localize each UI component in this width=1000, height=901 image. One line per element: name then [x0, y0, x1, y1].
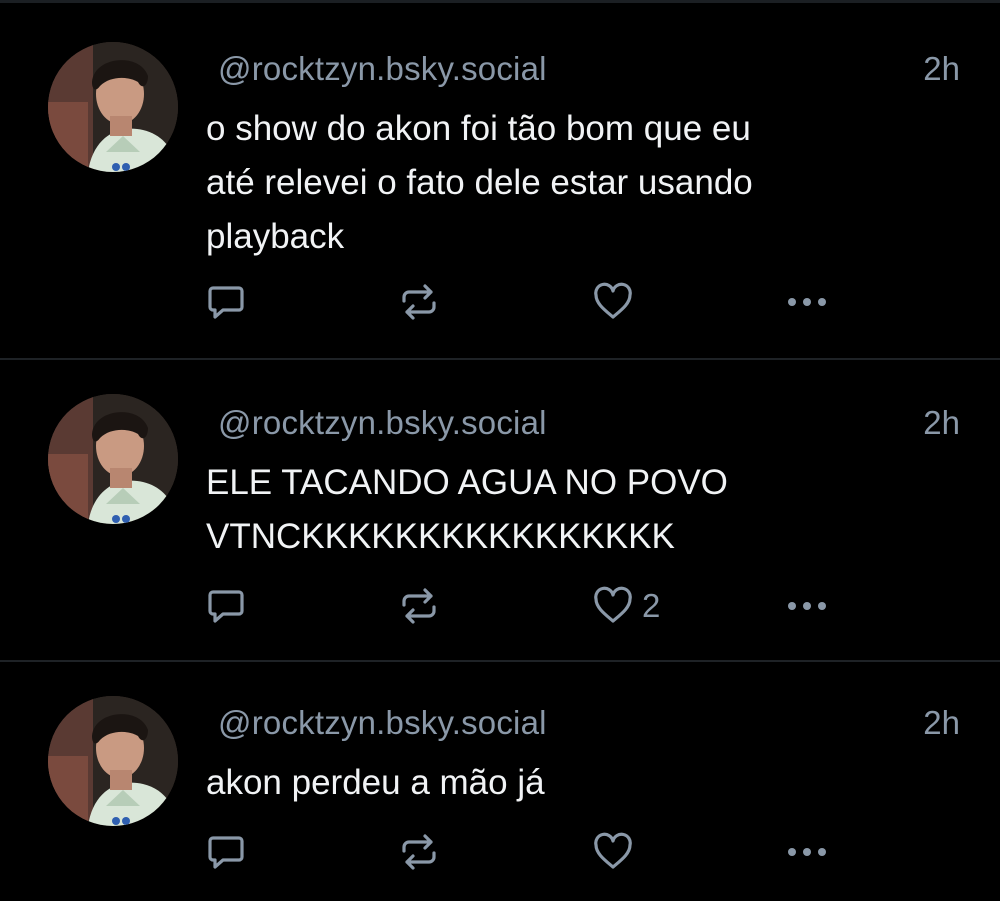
reply-icon — [208, 286, 244, 319]
repost-icon — [402, 284, 436, 320]
post-text: akon perdeu a mão já — [206, 763, 545, 802]
like-button[interactable] — [592, 830, 642, 874]
heart-icon — [594, 832, 632, 869]
like-count: 2 — [642, 587, 661, 624]
avatar-image — [48, 42, 178, 172]
reply-button[interactable] — [206, 584, 246, 628]
author-handle[interactable]: @rocktzyn.bsky.social — [218, 404, 547, 442]
author-handle[interactable]: @rocktzyn.bsky.social — [218, 50, 547, 88]
post-item[interactable]: @rocktzyn.bsky.social 2h akon perdeu a m… — [0, 662, 1000, 901]
heart-icon — [594, 282, 632, 319]
author-handle[interactable]: @rocktzyn.bsky.social — [218, 704, 547, 742]
avatar[interactable] — [48, 394, 178, 524]
like-button[interactable] — [592, 280, 642, 324]
more-icon — [788, 602, 826, 610]
post-item[interactable]: @rocktzyn.bsky.social 2h ELE TACANDO AGU… — [0, 360, 1000, 660]
post-timestamp[interactable]: 2h — [923, 50, 960, 88]
heart-icon — [594, 586, 632, 623]
repost-icon — [402, 588, 436, 624]
post-timestamp[interactable]: 2h — [923, 704, 960, 742]
like-button[interactable]: 2 — [592, 584, 660, 628]
reply-button[interactable] — [206, 280, 246, 324]
reply-button[interactable] — [206, 830, 246, 874]
more-icon — [788, 848, 826, 856]
reply-icon — [208, 590, 244, 623]
post-timestamp[interactable]: 2h — [923, 404, 960, 442]
post-text: o show do akon foi tão bom que eu até re… — [206, 109, 753, 256]
more-icon — [788, 298, 826, 306]
repost-button[interactable] — [398, 830, 440, 874]
avatar-image — [48, 696, 178, 826]
more-options-button[interactable] — [784, 830, 830, 874]
avatar-image — [48, 394, 178, 524]
avatar[interactable] — [48, 42, 178, 172]
repost-button[interactable] — [398, 280, 440, 324]
post-item[interactable]: @rocktzyn.bsky.social 2h o show do akon … — [0, 0, 1000, 358]
avatar[interactable] — [48, 696, 178, 826]
reply-icon — [208, 836, 244, 869]
more-options-button[interactable] — [784, 584, 830, 628]
more-options-button[interactable] — [784, 280, 830, 324]
repost-button[interactable] — [398, 584, 440, 628]
repost-icon — [402, 834, 436, 870]
post-text: ELE TACANDO AGUA NO POVO VTNCKKKKKKKKKKK… — [206, 463, 728, 556]
